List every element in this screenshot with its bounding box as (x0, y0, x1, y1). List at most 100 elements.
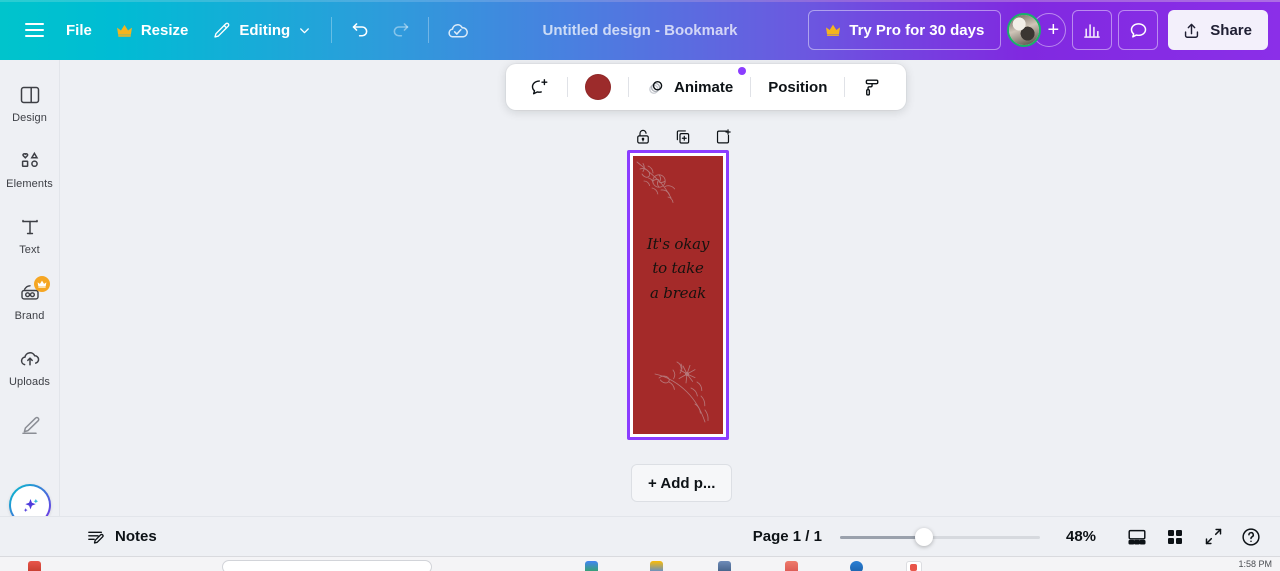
animate-button[interactable]: Animate (637, 67, 747, 104)
os-taskbar: 1:58 PM (0, 556, 1280, 571)
cloud-save-status-button[interactable] (437, 10, 477, 50)
editing-label: Editing (239, 21, 291, 39)
floral-branch-icon (651, 352, 723, 430)
page-tool-row (630, 124, 736, 150)
sidebar-label-brand: Brand (14, 310, 45, 322)
unlock-icon (634, 128, 652, 146)
bar-chart-icon (1082, 20, 1102, 40)
zoom-slider-thumb[interactable] (915, 527, 933, 546)
copy-style-button[interactable] (853, 70, 892, 104)
editor-canvas-area: Animate Position It's okay to take a bre… (60, 60, 1280, 516)
try-pro-label: Try Pro for 30 days (849, 21, 985, 39)
hamburger-icon (24, 23, 44, 37)
main-menu-button[interactable] (14, 10, 54, 50)
crown-icon (825, 22, 841, 38)
notes-label: Notes (115, 528, 157, 545)
position-label: Position (768, 78, 828, 96)
bottom-status-bar: Notes Page 1 / 1 48% (0, 516, 1280, 556)
selected-page-frame[interactable]: It's okay to take a break (627, 150, 729, 440)
undo-button[interactable] (340, 10, 380, 50)
animate-new-badge (738, 67, 747, 75)
bottom-right-group: Page 1 / 1 48% (753, 520, 1280, 554)
duplicate-page-button[interactable] (670, 124, 696, 150)
crown-icon (116, 22, 133, 39)
sidebar-item-draw[interactable] (2, 408, 58, 446)
taskbar-app-4[interactable] (718, 561, 731, 571)
share-label: Share (1210, 21, 1252, 39)
comments-button[interactable] (1118, 10, 1159, 50)
animate-shapes-icon (646, 77, 667, 98)
share-button[interactable]: Share (1168, 10, 1268, 50)
sidebar-item-brand[interactable]: Brand (2, 276, 58, 326)
redo-button[interactable] (380, 10, 420, 50)
quote-line-2: to take (652, 259, 704, 278)
add-page-button[interactable] (710, 124, 736, 150)
draw-pen-icon (17, 412, 43, 438)
cloud-saved-icon (446, 19, 469, 42)
taskbar-search-box[interactable] (222, 560, 432, 571)
resize-button[interactable]: Resize (104, 10, 201, 50)
add-comment-icon (529, 77, 550, 98)
bookmark-page[interactable]: It's okay to take a break (633, 156, 723, 434)
add-page-icon (714, 128, 732, 146)
taskbar-app-6[interactable] (850, 561, 863, 571)
fullscreen-button[interactable] (1196, 520, 1230, 554)
cloud-upload-icon (17, 346, 43, 372)
sidebar-item-design[interactable]: Design (2, 78, 58, 128)
zoom-slider[interactable] (840, 527, 1040, 546)
paint-roller-icon (862, 77, 883, 98)
magic-sparkle-icon (19, 494, 42, 517)
resize-label: Resize (140, 21, 189, 39)
taskbar-app-3[interactable] (650, 561, 663, 571)
design-panel-icon (17, 82, 43, 108)
position-button[interactable]: Position (759, 70, 836, 104)
add-comment-button[interactable] (520, 70, 559, 104)
sidebar-label-design: Design (12, 112, 47, 124)
taskbar-app-1[interactable] (28, 561, 41, 571)
lock-page-button[interactable] (630, 124, 656, 150)
page-view-button[interactable] (1120, 520, 1154, 554)
insights-button[interactable] (1072, 10, 1113, 50)
editing-mode-button[interactable]: Editing (200, 10, 323, 50)
taskbar-app-5[interactable] (785, 561, 798, 571)
add-page-bottom-button[interactable]: + Add p... (631, 464, 733, 502)
shapes-icon (17, 148, 43, 174)
add-page-label: + Add p... (648, 474, 716, 492)
plus-icon: + (1047, 18, 1060, 41)
user-avatar[interactable] (1007, 13, 1042, 47)
pencil-icon (212, 21, 231, 40)
taskbar-app-2[interactable] (585, 561, 598, 571)
notes-button[interactable]: Notes (76, 521, 167, 553)
header-divider-1 (331, 17, 333, 43)
taskbar-clock: 1:58 PM (1238, 559, 1272, 569)
grid-view-icon (1165, 527, 1185, 547)
window-top-edge (0, 0, 1280, 2)
canva-editor-window: File Resize Editing Untitled design - Bo… (0, 0, 1280, 571)
sidebar-item-elements[interactable]: Elements (2, 144, 58, 194)
quote-line-3: a break (650, 283, 706, 302)
file-menu-button[interactable]: File (54, 10, 104, 50)
comment-bubble-icon (1128, 20, 1149, 41)
header-right-group: Try Pro for 30 days + Share (808, 10, 1280, 50)
zoom-slider-fill (840, 535, 924, 539)
element-color-button[interactable] (576, 70, 620, 104)
header-left-group: File Resize Editing (0, 10, 477, 50)
sidebar-item-uploads[interactable]: Uploads (2, 342, 58, 392)
chevron-down-icon (298, 24, 311, 37)
grid-view-button[interactable] (1158, 520, 1192, 554)
toolbar-divider-3 (750, 77, 752, 97)
text-t-icon (17, 214, 43, 240)
sidebar-item-text[interactable]: Text (2, 210, 58, 260)
share-upload-icon (1182, 21, 1201, 40)
sidebar-label-elements: Elements (6, 178, 53, 190)
header-divider-2 (428, 17, 430, 43)
color-swatch (585, 74, 611, 100)
collaborators-group: + (1007, 13, 1067, 47)
help-question-icon (1240, 526, 1262, 548)
sidebar-label-text: Text (19, 244, 40, 256)
top-header-bar: File Resize Editing Untitled design - Bo… (0, 0, 1280, 60)
bookmark-quote[interactable]: It's okay to take a break (633, 232, 723, 305)
help-button[interactable] (1234, 520, 1268, 554)
try-pro-button[interactable]: Try Pro for 30 days (808, 10, 1002, 50)
undo-arrow-icon (350, 20, 371, 41)
